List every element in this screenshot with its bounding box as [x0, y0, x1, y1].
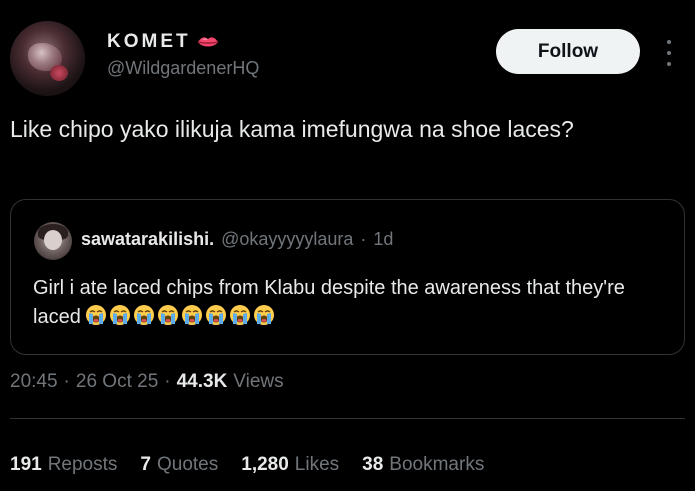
- bookmarks-label: Bookmarks: [389, 454, 485, 475]
- more-options-icon[interactable]: [665, 40, 673, 66]
- loudly-crying-face-icon: [205, 304, 227, 326]
- reposts-count: 191: [10, 454, 42, 475]
- follow-button[interactable]: Follow: [496, 29, 640, 74]
- author-display-name[interactable]: KOMET: [107, 31, 191, 53]
- quoted-tweet-header: sawatarakilishi. @okayyyyylaura · 1d: [81, 229, 393, 250]
- loudly-crying-face-icon: [133, 304, 155, 326]
- loudly-crying-face-icon: [253, 304, 275, 326]
- tweet-meta: 20:45 · 26 Oct 25 · 44.3K Views: [10, 371, 284, 393]
- separator-dot: ·: [360, 229, 367, 249]
- loudly-crying-face-icon: [229, 304, 251, 326]
- quotes-label: Quotes: [156, 454, 219, 475]
- avatar-detail: [44, 230, 62, 250]
- bookmarks-count: 38: [362, 454, 384, 475]
- quoted-author-name[interactable]: sawatarakilishi.: [81, 229, 214, 250]
- tweet-header: KOMET @WildgardenerHQ Follow: [10, 18, 685, 98]
- engagement-stats: 191 Reposts 7 Quotes 1,280 Likes 38 Book…: [10, 454, 507, 476]
- tweet-date[interactable]: 26 Oct 25: [76, 371, 158, 393]
- likes-count: 1,280: [241, 454, 289, 475]
- author-handle[interactable]: @WildgardenerHQ: [107, 58, 259, 79]
- author-name-row: KOMET: [107, 31, 219, 53]
- tweet-text: Like chipo yako ilikuja kama imefungwa n…: [10, 116, 574, 142]
- quoted-tweet[interactable]: sawatarakilishi. @okayyyyylaura · 1d Gir…: [10, 199, 685, 355]
- likes-label: Likes: [294, 454, 340, 475]
- quoted-author-handle[interactable]: @okayyyyylaura: [221, 229, 353, 250]
- views-count: 44.3K: [176, 371, 228, 392]
- bookmarks-stat[interactable]: 38 Bookmarks: [362, 454, 484, 476]
- likes-stat[interactable]: 1,280 Likes: [241, 454, 339, 476]
- avatar-detail: [50, 65, 68, 81]
- reposts-stat[interactable]: 191 Reposts: [10, 454, 117, 476]
- quoted-author-avatar[interactable]: [34, 222, 72, 260]
- loudly-crying-face-icon: [181, 304, 203, 326]
- loudly-crying-face-icon: [109, 304, 131, 326]
- separator-dot: ·: [164, 371, 171, 392]
- quoted-tweet-time[interactable]: 1d: [373, 229, 393, 250]
- lips-icon: [197, 36, 219, 49]
- quotes-stat[interactable]: 7 Quotes: [140, 454, 218, 476]
- loudly-crying-face-icon: [157, 304, 179, 326]
- quoted-tweet-text-block: Girl i ate laced chips from Klabu despit…: [33, 274, 663, 332]
- emoji-row: [85, 304, 275, 326]
- separator-dot: ·: [63, 371, 70, 392]
- divider: [10, 418, 685, 419]
- quotes-count: 7: [140, 454, 151, 475]
- author-avatar[interactable]: [10, 21, 85, 96]
- views-label: Views: [233, 371, 284, 392]
- reposts-label: Reposts: [47, 454, 118, 475]
- tweet-time[interactable]: 20:45: [10, 371, 58, 393]
- loudly-crying-face-icon: [85, 304, 107, 326]
